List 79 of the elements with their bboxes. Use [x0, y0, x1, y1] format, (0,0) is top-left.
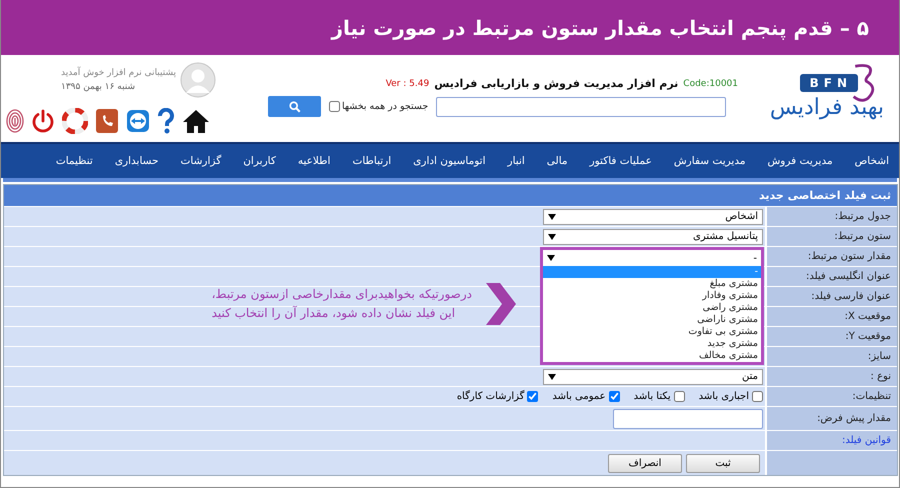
annotation-text: درصورتیکه بخواهیدبرای مقدارخاصی ازستون مرتبط،: [212, 286, 472, 303]
banner-title: ۵ – قدم پنجم انتخاب مقدار ستون مرتبط در صورت نیاز: [332, 16, 869, 40]
search-icon: [288, 100, 300, 112]
dropdown-option[interactable]: مشتری ناراضی: [543, 314, 761, 326]
caret-icon: [548, 214, 556, 220]
nav-item[interactable]: ارتباطات: [352, 155, 392, 167]
field-label: نوع :: [870, 371, 891, 382]
caret-icon: [548, 374, 556, 380]
dropdown-option[interactable]: مشتری وفادار: [543, 290, 761, 302]
dropdown-option[interactable]: مشتری جدید: [543, 338, 761, 350]
home-icon[interactable]: [182, 108, 210, 134]
select-value: متن: [742, 371, 758, 382]
power-icon[interactable]: [31, 109, 55, 133]
nav-item[interactable]: کاربران: [243, 155, 276, 167]
field-label: عنوان انگلیسی فیلد:: [806, 271, 891, 282]
logo-name: بهبد فرادیس: [770, 97, 884, 119]
annotation-text: این فیلد نشان داده شود، مقدار آن را انتخاب کنید: [212, 305, 456, 322]
dropdown-option[interactable]: مشتری مخالف: [543, 350, 761, 362]
nav-item[interactable]: انبار: [508, 155, 525, 167]
field-label: ستون مرتبط:: [834, 231, 891, 242]
field-label: مقدار پیش فرض:: [817, 413, 891, 424]
checkbox-label: یکتا باشد: [634, 391, 671, 402]
select-field[interactable]: متن: [543, 368, 763, 384]
welcome-text: پشتیبانی نرم افزار خوش آمدید: [60, 68, 176, 78]
select-value: -: [753, 252, 757, 264]
select-value: اشخاص: [725, 211, 758, 222]
checkbox-label: جستجو در همه بخشها: [342, 101, 428, 112]
select-value: پتانسیل مشتری: [693, 231, 758, 242]
nav-item[interactable]: مدیریت سفارش: [674, 155, 746, 167]
checkbox[interactable]: [674, 391, 685, 402]
logo-badge: BFN: [800, 74, 858, 92]
field-label: جدول مرتبط:: [834, 211, 891, 222]
code-text: Code:10001: [683, 78, 738, 88]
nav-item[interactable]: مالی: [546, 155, 568, 167]
nav-item[interactable]: اطلاعیه: [298, 155, 330, 167]
panel-title: ثبت فیلد اختصاصی جدید: [759, 189, 891, 202]
remote-control-icon[interactable]: [126, 109, 150, 133]
field-label: تنظیمات:: [852, 391, 891, 402]
chevron-arrow-icon: [486, 283, 516, 325]
checkbox-label: عمومی باشد: [552, 391, 606, 402]
form-button[interactable]: ثبت: [686, 454, 760, 472]
search-field[interactable]: [436, 96, 726, 116]
field-label: عنوان فارسی فیلد:: [811, 291, 891, 302]
field-label: مقدار ستون مرتبط:: [808, 251, 891, 262]
caret-icon: [547, 255, 555, 261]
field-label: موقعیت Y:: [845, 331, 891, 342]
caret-icon: [548, 234, 556, 240]
select-field[interactable]: اشخاص: [543, 208, 763, 224]
dropdown-option[interactable]: مشتری راضی: [543, 302, 761, 314]
checkbox-label: اجباری باشد: [698, 391, 749, 402]
version-text: Ver : 5.49: [386, 78, 430, 88]
lifebuoy-icon[interactable]: [62, 108, 88, 134]
dropdown-option[interactable]: مشتری بی تفاوت: [543, 326, 761, 338]
input-field[interactable]: [613, 408, 763, 428]
nav-item[interactable]: عملیات فاکتور: [590, 155, 652, 167]
fingerprint-icon[interactable]: [6, 109, 24, 133]
help-icon[interactable]: [157, 108, 175, 134]
nav-item[interactable]: حسابداری: [114, 155, 159, 167]
date-text: شنبه ۱۶ بهمن ۱۳۹۵: [60, 82, 136, 92]
checkbox[interactable]: [752, 391, 763, 402]
form-button[interactable]: انصراف: [608, 454, 682, 472]
nav-item[interactable]: مدیریت فروش: [767, 155, 833, 167]
checkbox-label: گزارشات کارگاه: [456, 391, 524, 402]
product-title: نرم افزار مدیریت فروش و بازاریابی فرادیس: [434, 77, 678, 90]
checkbox[interactable]: [329, 101, 340, 112]
nav-item[interactable]: اشخاص: [854, 155, 889, 167]
select-field[interactable]: پتانسیل مشتری: [543, 228, 763, 244]
nav-item[interactable]: گزارشات: [180, 155, 222, 167]
phonebook-icon[interactable]: [95, 108, 119, 134]
search-button[interactable]: [268, 96, 321, 117]
field-label: سایز:: [868, 351, 891, 362]
avatar-icon: [180, 62, 216, 98]
checkbox[interactable]: [608, 391, 620, 402]
dropdown-option[interactable]: مشتری مبلغ: [543, 278, 761, 290]
nav-item[interactable]: اتوماسیون اداری: [413, 155, 486, 167]
nav-item[interactable]: تنظیمات: [56, 155, 93, 167]
rules-link[interactable]: قوانین فیلد:: [842, 435, 891, 446]
field-label: موقعیت X:: [844, 311, 891, 322]
checkbox[interactable]: [527, 391, 538, 402]
